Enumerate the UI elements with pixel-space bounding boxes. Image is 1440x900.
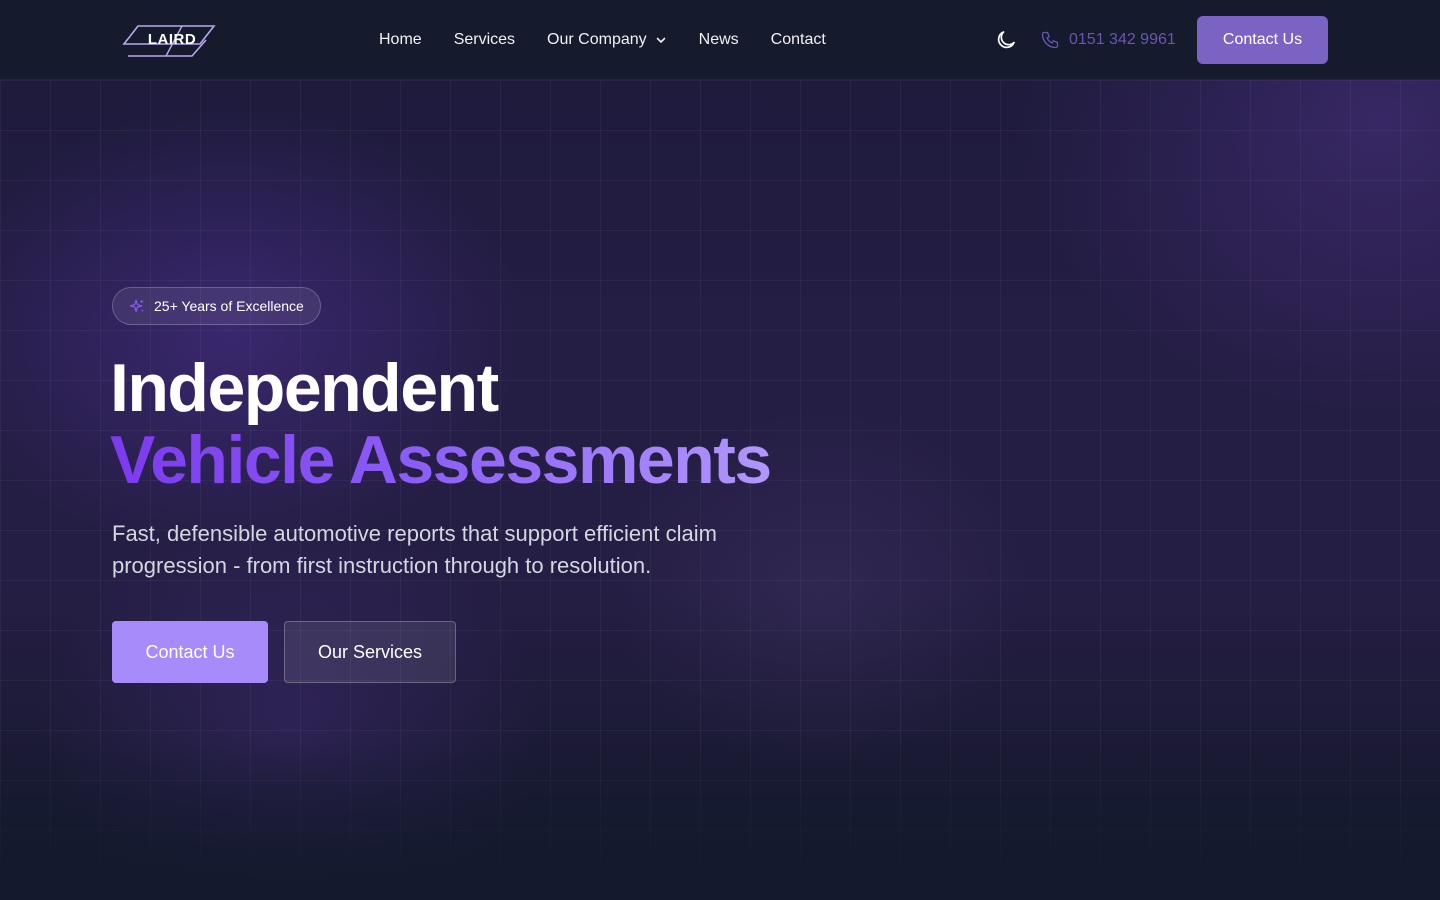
hero-title-line2: Vehicle Assessments <box>110 422 772 498</box>
sparkle-icon <box>129 298 144 312</box>
phone-link[interactable]: 0151 342 9961 <box>1040 28 1176 52</box>
hero-contact-button[interactable]: Contact Us <box>112 621 268 683</box>
nav-item-home[interactable]: Home <box>379 28 422 52</box>
nav-item-label: Services <box>453 31 516 48</box>
hero-services-button[interactable]: Our Services <box>284 621 456 683</box>
hero-subtitle: Fast, defensible automotive reports that… <box>112 521 717 578</box>
phone-number: 0151 342 9961 <box>1069 31 1176 48</box>
hero-title-line1: Independent <box>110 350 499 426</box>
chevron-down-icon <box>656 37 665 43</box>
moon-icon <box>997 31 1015 49</box>
nav-item-contact[interactable]: Contact <box>771 28 826 52</box>
nav-item-label: News <box>698 31 739 48</box>
logo[interactable]: LAIRD <box>122 24 216 58</box>
background-fade <box>0 740 1440 900</box>
nav-item-our-company[interactable]: Our Company <box>547 28 667 52</box>
header-contact-button[interactable]: Contact Us <box>1197 16 1328 64</box>
nav-item-services[interactable]: Services <box>454 28 515 52</box>
phone-icon <box>1041 31 1059 49</box>
nav-item-label: Home <box>379 31 422 48</box>
nav-item-news[interactable]: News <box>699 28 739 52</box>
theme-toggle-button[interactable] <box>994 28 1018 52</box>
badge-label: 25+ Years of Excellence <box>154 298 304 314</box>
site-header: LAIRD Home Services Our Company News Con… <box>0 0 1440 80</box>
nav-item-label: Our Company <box>547 31 647 48</box>
page: LAIRD Home Services Our Company News Con… <box>0 0 1440 900</box>
nav-item-label: Contact <box>770 31 826 48</box>
main-nav: Home Services Our Company News Contact <box>379 28 858 52</box>
logo-text: LAIRD <box>147 31 197 48</box>
experience-badge: 25+ Years of Excellence <box>112 287 321 325</box>
